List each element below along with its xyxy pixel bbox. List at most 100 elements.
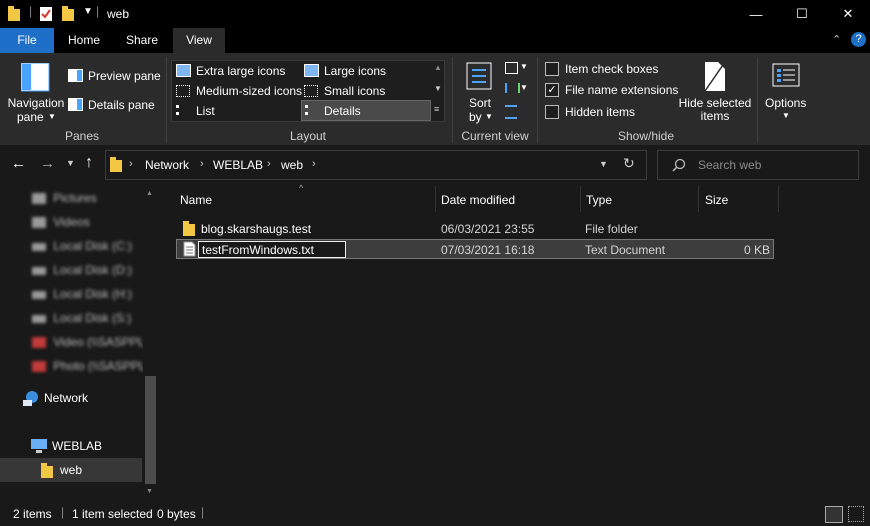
nav-item-web[interactable]: web xyxy=(0,458,142,482)
nav-item-label: WEBLAB xyxy=(52,439,103,453)
options-icon xyxy=(772,63,800,87)
status-selected: 1 item selected xyxy=(72,507,153,521)
navigation-pane-button[interactable]: Navigation pane ▼ xyxy=(7,59,65,125)
refresh-icon[interactable]: ↻ xyxy=(623,155,635,172)
hide-selected-label-2: items xyxy=(700,109,730,123)
column-header-name[interactable]: Name xyxy=(180,192,430,212)
maximize-button[interactable]: ☐ xyxy=(779,0,825,28)
options-button[interactable]: Options ▼ xyxy=(762,59,810,125)
column-divider[interactable] xyxy=(698,186,699,212)
details-view-icon[interactable] xyxy=(825,506,843,523)
layout-list[interactable]: List xyxy=(176,102,301,120)
add-columns-icon xyxy=(505,83,520,93)
column-divider[interactable] xyxy=(435,186,436,212)
chevron-down-icon: ▼ xyxy=(520,83,528,92)
up-arrow-icon[interactable]: ↑ xyxy=(85,154,93,172)
details-icon xyxy=(305,105,320,115)
item-check-boxes-toggle[interactable]: Item check boxes xyxy=(545,61,675,77)
tab-home[interactable]: Home xyxy=(60,28,108,53)
table-row[interactable]: blog.skarshaugs.test 06/03/2021 23:55 Fi… xyxy=(176,219,774,239)
chevron-right-icon[interactable]: › xyxy=(312,158,316,170)
nav-scrollbar[interactable]: ▲ ▼ xyxy=(143,186,158,503)
nav-item-videos[interactable]: Videos xyxy=(0,210,90,234)
preview-pane-button[interactable]: Preview pane xyxy=(68,68,161,84)
hide-selected-items-button[interactable]: Hide selected items xyxy=(678,59,752,125)
group-by-button[interactable]: ▼ xyxy=(505,61,529,75)
gallery-more-icon[interactable]: ≡ xyxy=(434,104,439,114)
item-check-boxes-label: Item check boxes xyxy=(565,62,659,76)
breadcrumb-network[interactable]: Network xyxy=(145,158,189,172)
nav-item-label: web xyxy=(60,463,83,477)
videos-icon xyxy=(32,217,46,229)
new-folder-icon[interactable] xyxy=(62,6,76,22)
nav-item-drive[interactable]: Local Disk (S:) xyxy=(0,306,131,330)
column-header-size[interactable]: Size xyxy=(705,192,775,212)
options-label: Options xyxy=(765,96,807,110)
add-columns-button[interactable]: ▼ xyxy=(505,82,529,96)
size-columns-button[interactable] xyxy=(505,104,521,119)
chevron-right-icon[interactable]: › xyxy=(267,158,271,170)
qat-separator: | xyxy=(29,4,33,18)
nav-item-pictures[interactable]: Pictures xyxy=(0,186,97,210)
large-icons-view-icon[interactable] xyxy=(848,506,864,522)
nav-item-drive[interactable]: Local Disk (D:) xyxy=(0,258,132,282)
drive-icon xyxy=(32,290,46,299)
tab-file[interactable]: File xyxy=(0,28,54,53)
sort-by-icon xyxy=(466,62,492,90)
window-title: web xyxy=(107,7,130,21)
nav-item-network-drive[interactable]: Video (\\SASPPL xyxy=(0,330,145,354)
table-row-selected[interactable]: testFromWindows.txt 07/03/2021 16:18 Tex… xyxy=(176,239,774,259)
folder-icon xyxy=(110,157,122,172)
properties-icon[interactable] xyxy=(40,6,54,22)
scroll-up-icon[interactable]: ▲ xyxy=(146,190,153,197)
search-input[interactable]: Search web xyxy=(698,158,761,172)
column-divider[interactable] xyxy=(580,186,581,212)
breadcrumb-web[interactable]: web xyxy=(281,158,303,172)
hide-selected-label: Hide selected xyxy=(678,96,752,110)
details-pane-button[interactable]: Details pane xyxy=(68,97,160,113)
minimize-button[interactable]: — xyxy=(733,0,779,28)
layout-medium-icons[interactable]: Medium-sized icons xyxy=(176,82,302,100)
layout-large-icons[interactable]: Large icons xyxy=(304,62,429,80)
close-button[interactable]: ✕ xyxy=(825,0,870,28)
layout-extra-large-icons[interactable]: Extra large icons xyxy=(176,62,301,80)
nav-item-drive[interactable]: Local Disk (C:) xyxy=(0,234,132,258)
hidden-items-toggle[interactable]: Hidden items xyxy=(545,104,655,120)
recent-locations-icon[interactable]: ▼ xyxy=(66,158,75,168)
qat-dropdown-icon[interactable]: ▼ xyxy=(83,6,93,17)
tab-view[interactable]: View xyxy=(173,28,225,53)
column-header-type[interactable]: Type xyxy=(586,192,694,212)
collapse-ribbon-icon[interactable]: ⌃ xyxy=(832,33,841,46)
chevron-right-icon[interactable]: › xyxy=(129,158,133,170)
file-name-extensions-toggle[interactable]: ✓ File name extensions xyxy=(545,82,678,98)
tab-share[interactable]: Share xyxy=(118,28,166,53)
back-arrow-icon[interactable]: ← xyxy=(11,155,26,172)
file-date: 07/03/2021 16:18 xyxy=(441,243,535,257)
nav-item-drive[interactable]: Local Disk (H:) xyxy=(0,282,132,306)
gallery-scroll-up-icon[interactable]: ▲ xyxy=(434,63,442,72)
hidden-items-label: Hidden items xyxy=(565,105,636,119)
layout-details[interactable]: Details xyxy=(301,100,431,121)
help-icon[interactable]: ? xyxy=(851,32,866,47)
chevron-right-icon[interactable]: › xyxy=(200,158,204,170)
folder-icon xyxy=(183,221,195,236)
breadcrumb-weblab[interactable]: WEBLAB xyxy=(213,158,263,172)
column-header-date-modified[interactable]: Date modified xyxy=(441,192,576,212)
status-size: 0 bytes xyxy=(157,507,196,521)
nav-item-network-drive[interactable]: Photo (\\SASPPL xyxy=(0,354,145,378)
forward-arrow-icon[interactable]: → xyxy=(40,155,55,172)
nav-scrollbar-thumb[interactable] xyxy=(145,376,156,484)
address-dropdown-icon[interactable]: ▼ xyxy=(599,159,608,169)
search-icon xyxy=(672,158,686,172)
medium-icons-icon xyxy=(176,85,190,97)
column-divider[interactable] xyxy=(778,186,779,212)
nav-item-weblab[interactable]: WEBLAB xyxy=(0,434,142,458)
gallery-scroll-down-icon[interactable]: ▼ xyxy=(434,84,442,93)
sort-by-button[interactable]: Sort by ▼ xyxy=(462,59,500,125)
checkbox-icon xyxy=(545,105,559,119)
scroll-down-icon[interactable]: ▼ xyxy=(146,488,153,495)
layout-small-icons[interactable]: Small icons xyxy=(304,82,429,100)
large-icons-icon xyxy=(304,64,319,77)
rename-input[interactable]: testFromWindows.txt xyxy=(198,241,346,258)
nav-item-network[interactable]: Network xyxy=(0,386,142,410)
